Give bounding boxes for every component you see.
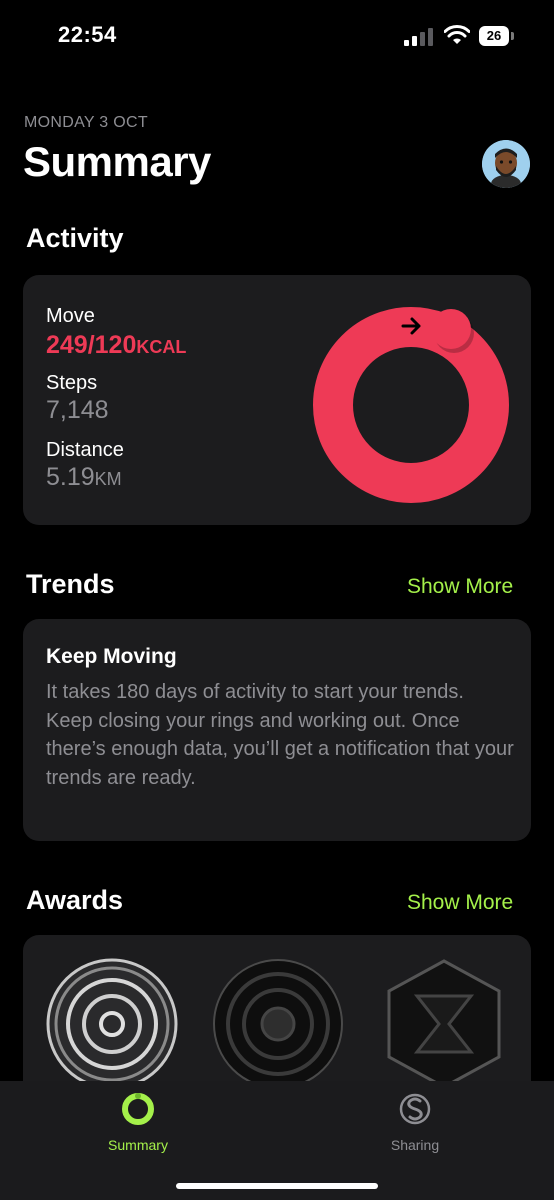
battery-level: 26 [479, 26, 509, 46]
hexagon-badge-icon[interactable] [379, 958, 509, 1090]
date-label: MONDAY 3 OCT [24, 114, 148, 131]
distance-label: Distance [46, 439, 124, 461]
sharing-icon [399, 1093, 431, 1125]
status-time: 22:54 [58, 22, 117, 47]
activity-section-title: Activity [26, 223, 124, 253]
distance-value: 5.19KM [46, 463, 122, 491]
tab-summary[interactable]: Summary [103, 1091, 173, 1155]
move-ring [313, 307, 509, 503]
activity-card[interactable]: Move 249/120KCAL Steps 7,148 Distance 5.… [23, 275, 531, 525]
tab-summary-label: Summary [108, 1137, 168, 1153]
distance-unit: KM [94, 469, 122, 489]
dark-target-badge-icon[interactable] [212, 958, 344, 1090]
steps-label: Steps [46, 372, 98, 394]
trends-card-title: Keep Moving [46, 645, 177, 668]
memoji-avatar-icon [482, 140, 530, 188]
move-unit: KCAL [136, 337, 187, 357]
wifi-icon [444, 25, 470, 44]
silver-target-badge-icon[interactable] [46, 958, 178, 1090]
steps-value: 7,148 [46, 396, 109, 424]
trends-show-more-link[interactable]: Show More [407, 575, 513, 599]
battery-icon: 26 [479, 26, 515, 46]
trends-card-body: It takes 180 days of activity to start y… [46, 681, 514, 789]
cellular-signal-icon [404, 28, 433, 46]
activity-ring-icon [122, 1093, 154, 1125]
tab-sharing[interactable]: Sharing [380, 1091, 450, 1155]
move-label: Move [46, 305, 95, 327]
avatar[interactable] [482, 140, 530, 188]
awards-show-more-link[interactable]: Show More [407, 891, 513, 915]
tab-sharing-label: Sharing [390, 1137, 440, 1153]
trends-section-title: Trends [26, 569, 115, 599]
home-indicator [176, 1183, 378, 1189]
awards-section-title: Awards [26, 885, 124, 915]
page-title: Summary [23, 138, 211, 185]
move-value: 249/120KCAL [46, 331, 187, 359]
